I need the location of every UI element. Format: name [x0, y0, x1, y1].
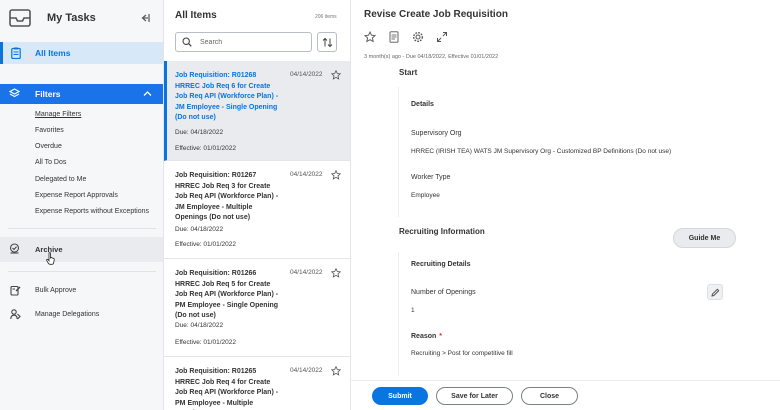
task-list-pane: All Items 206 items Job Requisition: R01… — [164, 0, 351, 410]
submit-button[interactable]: Submit — [372, 387, 428, 405]
inbox-icon — [9, 9, 31, 27]
reason-label-text: Reason — [411, 333, 437, 340]
filter-expense-report-approvals[interactable]: Expense Report Approvals — [35, 192, 118, 199]
item-count: 206 items — [315, 14, 337, 20]
sort-icon — [322, 37, 333, 48]
task-card-due: Due: 04/18/2022 — [175, 322, 224, 329]
number-of-openings-value: 1 — [411, 307, 415, 314]
filter-favorites[interactable]: Favorites — [35, 127, 64, 134]
task-card-due: Due: 04/18/2022 — [175, 129, 224, 136]
search-input[interactable] — [200, 36, 308, 49]
reason-value: Recruiting > Post for competitive fill — [411, 350, 513, 357]
task-card-date: 04/14/2022 — [290, 71, 323, 78]
filter-overdue[interactable]: Overdue — [35, 143, 62, 150]
task-card-date: 04/14/2022 — [290, 171, 323, 178]
section-start: Start — [399, 68, 418, 77]
details-heading: Details — [411, 101, 434, 108]
collapse-panel-icon[interactable] — [140, 13, 150, 23]
filter-manage-filters[interactable]: Manage Filters — [35, 111, 81, 118]
task-card-due: Due: 04/18/2022 — [175, 226, 224, 233]
sidebar-item-archive[interactable]: Archive — [0, 237, 163, 262]
task-card-r01266[interactable]: Job Requisition: R01266 HRREC Job Req 5 … — [164, 259, 350, 357]
archive-icon — [9, 243, 20, 254]
sidebar-title: My Tasks — [47, 12, 96, 24]
task-card-title[interactable]: Job Requisition: R01266 HRREC Job Req 5 … — [175, 269, 283, 322]
task-card-effective: Effective: 01/01/2022 — [175, 241, 236, 248]
sidebar-item-label: Manage Delegations — [35, 311, 100, 318]
recruiting-details-panel: Recruiting Details Number of Openings 1 … — [398, 252, 735, 376]
layers-icon — [9, 88, 20, 98]
task-meta: 3 month(s) ago - Due 04/18/2022, Effecti… — [364, 54, 499, 60]
task-card-title[interactable]: Job Requisition: R01267 HRREC Job Req 3 … — [175, 171, 283, 224]
task-card-r01267[interactable]: Job Requisition: R01267 HRREC Job Req 3 … — [164, 161, 350, 259]
filter-expense-reports-without-exceptions[interactable]: Expense Reports without Exceptions — [35, 208, 149, 215]
star-icon[interactable] — [331, 366, 341, 376]
footer-divider — [351, 380, 780, 381]
gear-icon[interactable] — [412, 31, 424, 43]
expand-icon[interactable] — [436, 31, 448, 43]
section-recruiting-information: Recruiting Information — [399, 227, 485, 236]
filter-delegated-to-me[interactable]: Delegated to Me — [35, 176, 86, 183]
worker-type-label: Worker Type — [411, 174, 451, 181]
task-card-title[interactable]: Job Requisition: R01265 HRREC Job Req 4 … — [175, 367, 283, 410]
search-box[interactable] — [175, 32, 312, 52]
task-card-effective: Effective: 01/01/2022 — [175, 145, 236, 152]
sidebar-header: My Tasks — [0, 0, 164, 38]
sidebar-divider — [8, 271, 156, 272]
cursor-hand-icon — [46, 252, 55, 265]
required-marker: * — [439, 333, 443, 340]
sidebar-item-bulk-approve[interactable]: Bulk Approve — [0, 281, 163, 301]
chevron-up-icon[interactable] — [143, 90, 152, 97]
star-icon[interactable] — [331, 268, 341, 278]
task-card-r01268[interactable]: Job Requisition: R01268 HRREC Job Req 6 … — [164, 61, 350, 161]
pdf-icon[interactable] — [388, 31, 400, 43]
sidebar: My Tasks All Items Filters Manage Filter… — [0, 0, 164, 410]
list-title: All Items — [175, 10, 217, 21]
sidebar-divider — [8, 228, 156, 229]
task-card-r01265[interactable]: Job Requisition: R01265 HRREC Job Req 4 … — [164, 357, 350, 410]
page-title: Revise Create Job Requisition — [364, 9, 508, 20]
worker-type-value: Employee — [411, 192, 440, 199]
number-of-openings-label: Number of Openings — [411, 289, 476, 296]
task-card-effective: Effective: 01/01/2022 — [175, 339, 236, 346]
delegation-icon — [10, 309, 21, 320]
filter-all-to-dos[interactable]: All To Dos — [35, 159, 66, 166]
sidebar-item-label: All Items — [35, 48, 71, 58]
task-detail-pane: Revise Create Job Requisition 3 month(s)… — [351, 0, 780, 410]
supervisory-org-value: HRREC (IRISH TEA) WATS JM Supervisory Or… — [411, 148, 672, 155]
close-button[interactable]: Close — [521, 387, 578, 405]
star-icon[interactable] — [364, 31, 376, 43]
star-icon[interactable] — [331, 70, 341, 80]
clipboard-icon — [11, 47, 21, 59]
save-for-later-button[interactable]: Save for Later — [436, 387, 513, 405]
star-icon[interactable] — [331, 170, 341, 180]
edit-openings-button[interactable] — [707, 284, 723, 300]
recruiting-details-heading: Recruiting Details — [411, 261, 471, 268]
sidebar-item-all-items[interactable]: All Items — [0, 42, 163, 64]
guide-me-button[interactable]: Guide Me — [673, 228, 736, 248]
bulk-approve-icon — [10, 285, 21, 296]
supervisory-org-label: Supervisory Org — [411, 130, 462, 137]
filters-label: Filters — [35, 89, 61, 99]
task-card-title[interactable]: Job Requisition: R01268 HRREC Job Req 6 … — [175, 71, 283, 124]
details-panel: Details Supervisory Org HRREC (IRISH TEA… — [398, 87, 735, 217]
task-card-date: 04/14/2022 — [290, 269, 323, 276]
sidebar-item-manage-delegations[interactable]: Manage Delegations — [0, 305, 163, 325]
reason-label: Reason * — [411, 333, 442, 340]
sidebar-item-label: Bulk Approve — [35, 287, 77, 294]
sort-button[interactable] — [317, 32, 337, 52]
task-card-date: 04/14/2022 — [290, 367, 323, 374]
search-icon — [182, 37, 192, 47]
sidebar-filters-header[interactable]: Filters — [0, 84, 163, 104]
pencil-icon — [711, 288, 720, 297]
